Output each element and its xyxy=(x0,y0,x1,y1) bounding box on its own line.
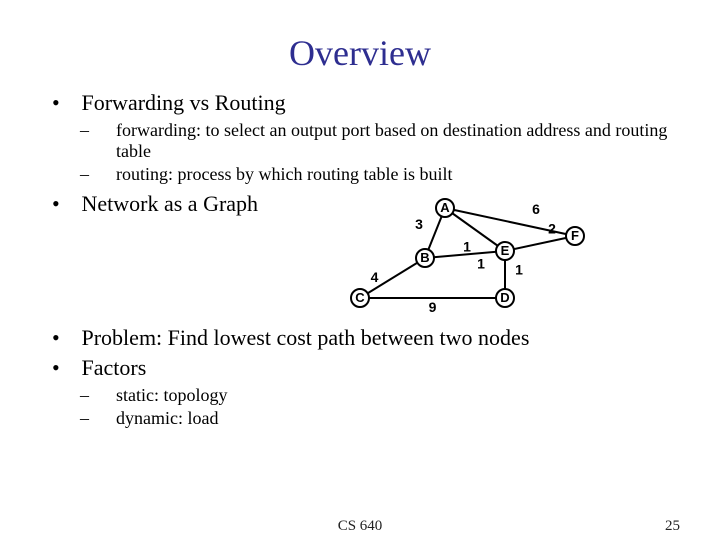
svg-text:A: A xyxy=(440,200,450,215)
bullet-text: Problem: Find lowest cost path between t… xyxy=(82,325,530,350)
svg-text:1: 1 xyxy=(515,262,523,278)
sub-bullet-text: forwarding: to select an output port bas… xyxy=(116,120,667,161)
bullet-list-2: Problem: Find lowest cost path between t… xyxy=(54,325,672,429)
slide: Overview Forwarding vs Routing forwardin… xyxy=(0,0,720,540)
svg-text:6: 6 xyxy=(532,201,540,217)
svg-text:4: 4 xyxy=(371,269,379,285)
network-graph-diagram: 3 1 6 4 1 9 1 2 A B C D E F xyxy=(330,196,590,316)
sub-bullet-list: forwarding: to select an output port bas… xyxy=(54,120,672,185)
sub-bullet-static: static: topology xyxy=(98,385,672,406)
sub-bullet-text: static: topology xyxy=(116,385,228,405)
bullet-text: Forwarding vs Routing xyxy=(82,90,286,115)
sub-bullet-routing: routing: process by which routing table … xyxy=(98,164,672,185)
footer-page-number: 25 xyxy=(665,518,680,535)
svg-text:B: B xyxy=(420,250,429,265)
bullet-text: Factors xyxy=(82,355,147,380)
bullet-factors: Factors static: topology dynamic: load xyxy=(54,355,672,429)
sub-bullet-dynamic: dynamic: load xyxy=(98,408,672,429)
bullet-forwarding-vs-routing: Forwarding vs Routing forwarding: to sel… xyxy=(54,90,672,185)
svg-text:1: 1 xyxy=(463,239,471,255)
bullet-text: Network as a Graph xyxy=(82,191,259,216)
svg-text:E: E xyxy=(501,243,510,258)
footer-center: CS 640 xyxy=(0,518,720,535)
graph-svg: 3 1 6 4 1 9 1 2 A B C D E F xyxy=(330,196,590,316)
svg-text:9: 9 xyxy=(429,299,437,315)
sub-bullet-list: static: topology dynamic: load xyxy=(54,385,672,429)
bullet-problem: Problem: Find lowest cost path between t… xyxy=(54,325,672,351)
svg-text:F: F xyxy=(571,228,579,243)
sub-bullet-forwarding: forwarding: to select an output port bas… xyxy=(98,120,672,162)
svg-text:C: C xyxy=(355,290,365,305)
slide-title: Overview xyxy=(48,32,672,74)
svg-text:D: D xyxy=(500,290,509,305)
svg-text:1: 1 xyxy=(477,256,485,272)
sub-bullet-text: dynamic: load xyxy=(116,408,218,428)
svg-text:3: 3 xyxy=(415,216,423,232)
svg-text:2: 2 xyxy=(548,221,556,237)
sub-bullet-text: routing: process by which routing table … xyxy=(116,164,452,184)
